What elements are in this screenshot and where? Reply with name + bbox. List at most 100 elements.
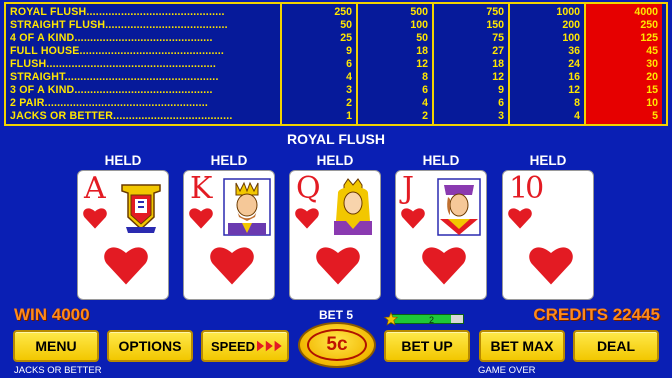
paytable-payout-cell: 27 [492,44,504,57]
bet-max-button[interactable]: BET MAX [479,330,565,362]
paytable-payout-cell: 8 [574,96,580,109]
paytable-payout-cell: 24 [568,57,580,70]
paytable-payout-cell: 12 [568,83,580,96]
paytable-payout-cell: 250 [640,18,658,31]
held-label: HELD [104,153,142,168]
card-rank: 10 [509,171,544,206]
paytable-payout-cell: 750 [486,6,504,18]
paytable-payout-cell: 9 [346,44,352,57]
paytable-payout-cell: 75 [492,31,504,44]
paytable-payout-cell: 15 [646,83,658,96]
paytable-payout-cell: 1000 [556,6,580,18]
held-label: HELD [316,153,354,168]
heart-icon [529,247,573,285]
paytable-hand-name: FULL HOUSE..............................… [10,44,225,57]
paytable-payout-cell: 5 [652,109,658,122]
paytable-payout-cell: 6 [422,83,428,96]
paytable-payout-cell: 4000 [634,6,658,18]
bet-amount: BET 5 [318,308,353,322]
speed-level: 2 [429,315,435,325]
held-label: HELD [422,153,460,168]
options-button[interactable]: OPTIONS [107,330,193,362]
heart-icon [422,247,466,285]
card-ten-of-hearts[interactable]: 10 [502,170,594,300]
speed-button-label: SPEED [211,338,256,354]
heart-icon [104,247,148,285]
heart-icon [295,208,319,229]
paytable-payout-cell: 100 [562,31,580,44]
paytable-payout-column: 4000 250 125 45 30 20 15 10 5 [586,4,662,124]
paytable-payout-cell: 2 [422,109,428,122]
deal-button[interactable]: DEAL [573,330,659,362]
card-queen-of-hearts[interactable]: Q [289,170,381,300]
paytable-payout-cell: 4 [574,109,580,122]
speed-button[interactable]: SPEED [201,330,289,362]
paytable-hand-name: 3 OF A KIND.............................… [10,83,213,96]
credits-amount: CREDITS 22445 [533,305,660,324]
paytable-payout-column: 250 50 25 9 6 4 3 2 1 [282,4,358,124]
hand-result-title: ROYAL FLUSH [286,131,385,147]
heart-icon [401,208,425,229]
paytable-payout-cell: 9 [498,83,504,96]
coin-value: 5c [307,329,367,361]
heart-icon [83,208,107,229]
paytable-payout-cell: 3 [498,109,504,122]
paytable-payout-cell: 12 [492,70,504,83]
card-jack-of-hearts[interactable]: J [395,170,487,300]
paytable-payout-cell: 500 [410,6,428,18]
paytable-payout-cell: 25 [340,31,352,44]
paytable-payout-cell: 30 [646,57,658,70]
paytable-payout-cell: 3 [346,83,352,96]
paytable-hand-name: 2 PAIR..................................… [10,96,209,109]
paytable-payout-cell: 8 [422,70,428,83]
paytable-payout-cell: 1 [346,109,352,122]
paytable-hand-name: STRAIGHT FLUSH..........................… [10,18,228,31]
paytable-payout-cell: 125 [640,31,658,44]
paytable-payout-cell: 18 [492,57,504,70]
heart-icon [189,208,213,229]
card-rank: K [190,171,213,206]
fast-forward-arrows-icon [257,340,282,352]
card-ace-of-hearts[interactable]: A [77,170,169,300]
paytable-payout-column: 500 100 50 18 12 8 6 4 2 [358,4,434,124]
paytable-hand-name: ROYAL FLUSH.............................… [10,6,225,18]
heart-icon [316,247,360,285]
card-rank: A [84,171,106,206]
paytable-hand-names: ROYAL FLUSH.............................… [6,4,282,124]
king-face-icon [223,178,271,236]
queen-face-icon [334,178,372,235]
paytable-payout-cell: 2 [346,96,352,109]
paytable-payout-column: 750 150 75 27 18 12 9 6 3 [434,4,510,124]
paytable-payout-cell: 6 [498,96,504,109]
card-rank: Q [296,171,321,206]
paytable-payout-cell: 12 [416,57,428,70]
paytable-payout-cell: 100 [410,18,428,31]
speed-meter: 2 [384,312,464,326]
paytable-hand-name: 4 OF A KIND.............................… [10,31,213,44]
paytable-payout-cell: 36 [568,44,580,57]
star-icon [384,312,398,326]
heart-icon [210,247,254,285]
paytable-payout-cell: 250 [334,6,352,18]
speed-meter-bar: 2 [390,314,464,325]
held-label: HELD [210,153,248,168]
bet-up-button[interactable]: BET UP [384,330,470,362]
paytable-payout-cell: 4 [346,70,352,83]
menu-button[interactable]: MENU [13,330,99,362]
paytable-hand-name: FLUSH...................................… [10,57,217,70]
paytable-payout-cell: 6 [346,57,352,70]
ace-crest-icon [121,184,161,233]
card-rank: J [402,171,415,206]
paytable: ROYAL FLUSH.............................… [4,2,668,126]
paytable-payout-cell: 200 [562,18,580,31]
paytable-hand-name: JACKS OR BETTER.........................… [10,109,233,122]
paytable-payout-cell: 50 [340,18,352,31]
card-king-of-hearts[interactable]: K [183,170,275,300]
paytable-payout-cell: 50 [416,31,428,44]
win-amount: WIN 4000 [14,305,90,324]
paytable-payout-cell: 150 [486,18,504,31]
paytable-payout-cell: 20 [646,70,658,83]
held-label: HELD [529,153,567,168]
coin-denomination-button[interactable]: 5c [298,322,376,368]
heart-icon [508,208,532,229]
